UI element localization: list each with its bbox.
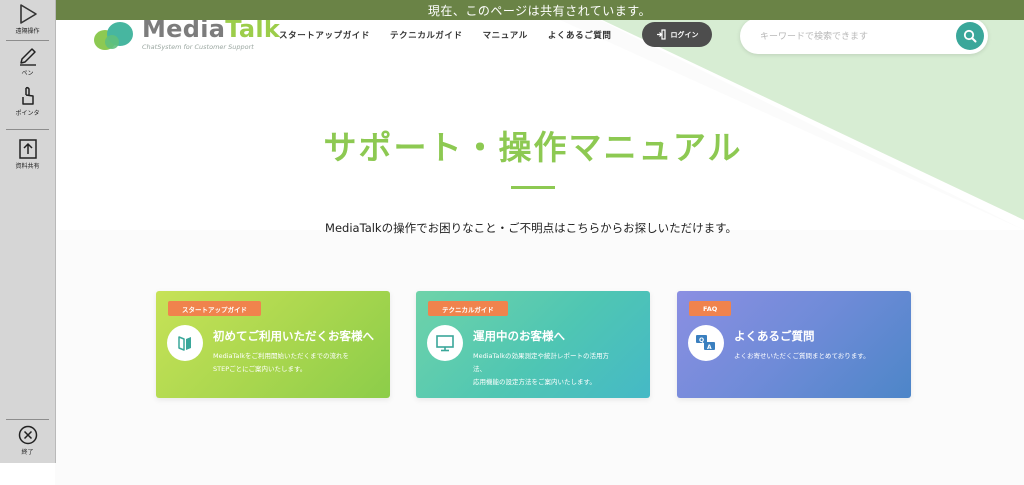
logo-name: MediaTalk [142, 17, 280, 41]
pointer-label: ポインタ [15, 110, 40, 117]
page-root: 遠隔操作 ペン ポインタ 資料共有 終了 現在、このページは共有されています。 … [0, 0, 1024, 485]
document-share-tool[interactable]: 資料共有 [3, 138, 52, 170]
book-icon [178, 336, 191, 351]
logo-wordmark: MediaTalk ChatSystem for Customer Suppor… [142, 17, 280, 51]
card-description: MediaTalkをご利用開始いただくまでの流れを STEPごとにご案内いたしま… [213, 350, 383, 376]
card-icon-circle [167, 325, 203, 361]
card-description-line: MediaTalkをご利用開始いただくまでの流れを [213, 352, 349, 360]
svg-text:Q: Q [699, 337, 704, 344]
card-description-line: STEPごとにご案内いたします。 [213, 365, 307, 373]
nav-startup-guide[interactable]: スタートアップガイド [279, 29, 370, 41]
card-description-line: よくお寄せいただくご質問まとめております。 [734, 352, 870, 360]
cobrowse-toolbar: 遠隔操作 ペン ポインタ 資料共有 終了 [0, 0, 56, 463]
title-underline [511, 186, 555, 189]
card-icon-circle: Q A [688, 325, 724, 361]
pen-label: ペン [21, 70, 34, 77]
chat-bubbles-logo-icon [94, 22, 133, 50]
toolbar-divider [6, 129, 49, 130]
svg-text:A: A [707, 344, 712, 351]
pen-icon [19, 48, 36, 66]
qa-chat-icon: Q A [696, 335, 715, 351]
card-title: よくあるご質問 [734, 329, 815, 343]
pointer-finger-icon [21, 86, 34, 105]
card-description-line: MediaTalkの効果測定や統計レポートの活用方 [473, 352, 609, 360]
technical-guide-card[interactable]: テクニカルガイド 運用中のお客様へ MediaTalkの効果測定や統計レポートの… [416, 291, 650, 398]
card-description: MediaTalkの効果測定や統計レポートの活用方 法、 応用機能の設定方法をご… [473, 350, 643, 389]
login-door-icon [656, 29, 666, 40]
startup-guide-card[interactable]: スタートアップガイド 初めてご利用いただくお客様へ MediaTalkをご利用開… [156, 291, 390, 398]
search-box [740, 18, 988, 54]
site-logo[interactable]: MediaTalk ChatSystem for Customer Suppor… [92, 17, 280, 52]
exit-tool[interactable]: 終了 [3, 424, 52, 456]
sharing-status-banner: 現在、このページは共有されています。 [55, 0, 1024, 20]
card-description-line: 応用機能の設定方法をご案内いたします。 [473, 378, 596, 386]
pen-tool[interactable]: ペン [3, 45, 52, 77]
card-title: 運用中のお客様へ [473, 329, 565, 343]
search-icon [963, 29, 977, 43]
background-diagonal-band [55, 0, 1024, 485]
nav-manual[interactable]: マニュアル [483, 29, 528, 41]
remote-control-tool[interactable]: 遠隔操作 [3, 3, 52, 35]
document-share-label: 資料共有 [15, 163, 40, 170]
card-category-tag: FAQ [689, 301, 732, 316]
search-input[interactable] [758, 27, 942, 47]
remote-control-label: 遠隔操作 [15, 28, 40, 35]
card-description-line: 法、 [473, 365, 486, 373]
nav-technical-guide[interactable]: テクニカルガイド [390, 29, 463, 41]
card-category-tag: スタートアップガイド [168, 301, 261, 316]
toolbar-divider [6, 40, 49, 41]
upload-document-icon [18, 139, 37, 159]
nav-faq[interactable]: よくあるご質問 [548, 29, 612, 41]
card-description: よくお寄せいただくご質問まとめております。 [734, 350, 904, 363]
login-label: ログイン [670, 30, 699, 39]
faq-card[interactable]: FAQ Q A よくあるご質問 よくお寄せいただくご質問まとめております。 [677, 291, 911, 398]
login-button[interactable]: ログイン [642, 22, 712, 47]
exit-label: 終了 [21, 449, 34, 456]
pointer-tool[interactable]: ポインタ [3, 85, 52, 117]
page-description: MediaTalkの操作でお困りなこと・ご不明点はこちらからお探しいただけます。 [325, 221, 737, 235]
close-circle-icon [18, 425, 37, 445]
play-arrow-icon [19, 4, 37, 24]
toolbar-divider [6, 419, 49, 420]
card-title: 初めてご利用いただくお客様へ [213, 329, 374, 343]
card-icon-circle [427, 325, 463, 361]
card-category-tag: テクニカルガイド [428, 301, 508, 316]
monitor-icon [436, 335, 454, 352]
logo-tagline: ChatSystem for Customer Support [142, 43, 254, 51]
main-navigation: スタートアップガイド テクニカルガイド マニュアル よくあるご質問 [279, 29, 632, 41]
page-title: サポート・操作マニュアル [323, 128, 743, 167]
search-button[interactable] [956, 22, 984, 50]
